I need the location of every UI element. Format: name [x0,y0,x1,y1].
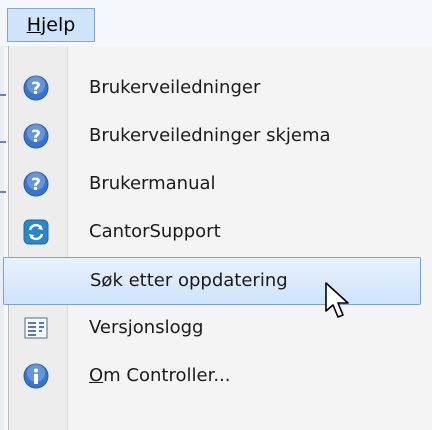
menu-item-label: Brukerveiledninger [89,77,261,98]
support-icon [23,219,49,245]
menu-item-brukerveiledninger-skjema[interactable]: ? Brukerveiledninger skjema [11,113,421,161]
left-edge-marker [0,94,6,96]
menu-item-sok-etter-oppdatering[interactable]: Søk etter oppdatering [3,257,421,305]
svg-text:?: ? [31,79,41,99]
help-dropdown-menu: ? Brukerveiledninger ? Brukerveiledninge… [3,46,432,430]
menu-item-brukerveiledninger[interactable]: ? Brukerveiledninger [11,65,421,113]
menu-hjelp-label: jelp [40,14,76,36]
menu-item-label: Søk etter oppdatering [90,270,288,291]
menu-item-label: CantorSupport [89,221,221,242]
left-edge-marker [0,191,6,193]
help-icon: ? [23,123,49,149]
mouse-pointer-icon [325,282,349,318]
menu-item-label: Brukermanual [89,173,216,194]
menu-item-om-controller[interactable]: Om Controller... [11,353,421,401]
menu-bar: Hjelp [0,0,432,47]
menu-item-label: Versjonslogg [89,317,204,338]
menu-item-label-rest: m Controller... [103,365,231,386]
menu-hjelp-accel: H [26,14,41,36]
help-icon: ? [23,75,49,101]
menu-item-brukermanual[interactable]: ? Brukermanual [11,161,421,209]
svg-text:?: ? [31,175,41,195]
menu-item-accel: O [89,365,104,386]
info-icon [23,363,49,389]
menu-item-label: Om Controller... [89,365,230,386]
help-icon: ? [23,171,49,197]
menu-hjelp[interactable]: Hjelp [7,8,95,42]
menu-item-versjonslogg[interactable]: Versjonslogg [11,305,421,353]
window-left-edge [0,46,4,430]
left-edge-marker [0,141,6,143]
menu-item-label: Brukerveiledninger skjema [89,125,331,146]
menu-item-cantorsupport[interactable]: CantorSupport [11,209,421,257]
svg-text:?: ? [31,127,41,147]
log-icon [23,315,49,341]
